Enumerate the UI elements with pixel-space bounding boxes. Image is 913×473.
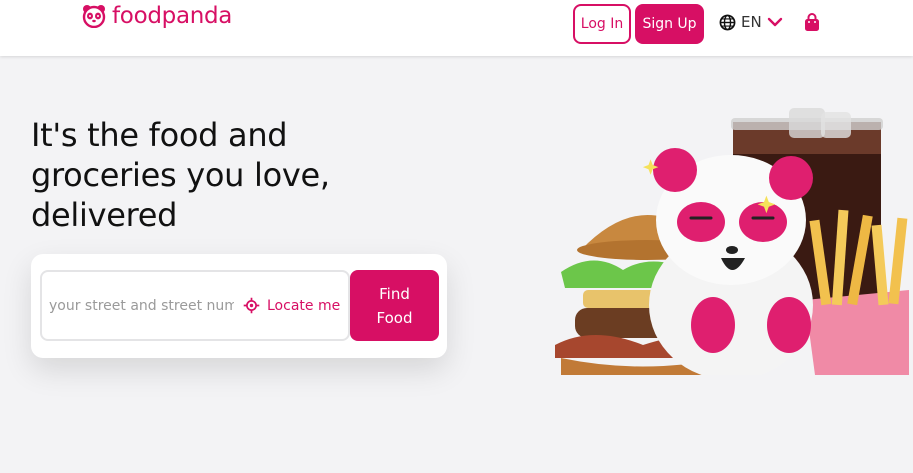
language-selector[interactable]: EN	[719, 13, 783, 31]
chevron-down-icon	[767, 17, 782, 27]
hero-headline: It's the food and groceries you love, de…	[31, 116, 330, 234]
brand-name: foodpanda	[112, 3, 233, 29]
signup-button[interactable]: Sign Up	[635, 4, 704, 44]
find-food-button[interactable]: Find Food	[350, 270, 439, 341]
locate-me-button[interactable]: Locate me	[243, 297, 340, 314]
brand-logo[interactable]: foodpanda	[82, 3, 232, 29]
panda-logo-icon	[82, 5, 106, 28]
address-search-card: Locate me Find Food	[31, 254, 447, 358]
login-button[interactable]: Log In	[573, 4, 631, 44]
locate-target-icon	[243, 297, 260, 314]
language-label: EN	[741, 13, 762, 31]
panda-food-illustration	[555, 108, 909, 375]
locate-me-label: Locate me	[267, 297, 341, 314]
globe-icon	[719, 14, 736, 30]
address-input[interactable]	[49, 297, 234, 314]
top-header: foodpanda Log In Sign Up EN	[0, 0, 913, 56]
address-field[interactable]: Locate me	[40, 270, 350, 341]
shopping-bag-icon[interactable]	[803, 13, 821, 33]
